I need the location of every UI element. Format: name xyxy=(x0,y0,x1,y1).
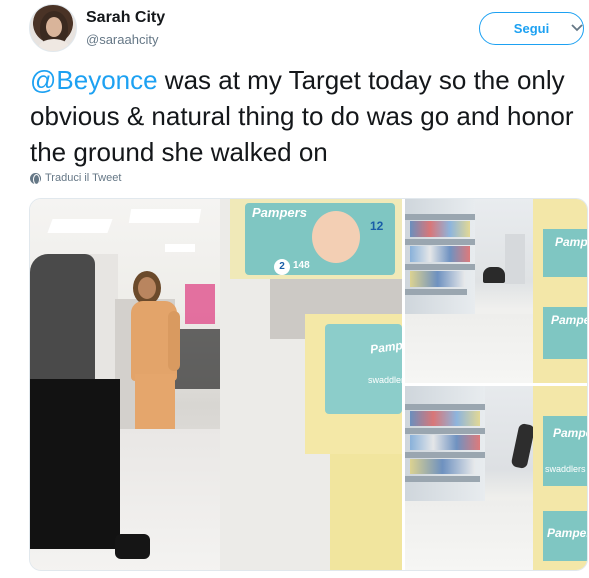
tweet-header: Sarah City @saraahcity Segui xyxy=(29,4,589,54)
avatar[interactable] xyxy=(29,4,77,52)
author-handle[interactable]: @saraahcity xyxy=(86,32,158,47)
translate-label: Traduci il Tweet xyxy=(45,172,122,184)
mention-link[interactable]: @Beyonce xyxy=(30,65,158,95)
photo-bottom-right[interactable]: Pampers swaddlers Pampers xyxy=(405,386,587,570)
photo-top-right[interactable]: Pampers Pampers xyxy=(405,199,588,383)
globe-icon xyxy=(30,172,41,185)
tweet-media: Pampers 2 148 12 Pampers swaddlers Pampe… xyxy=(29,198,588,571)
product-size-badge: 2 xyxy=(274,259,290,275)
product-brand-br2: Pampers xyxy=(547,526,587,540)
product-sub-br: swaddlers xyxy=(545,464,586,474)
product-brand-tr2: Pampers xyxy=(551,313,587,327)
product-brand-tr1: Pampers xyxy=(555,235,588,249)
author-name[interactable]: Sarah City xyxy=(86,9,165,27)
translate-link[interactable]: Traduci il Tweet xyxy=(30,172,122,185)
product-count: 148 xyxy=(293,260,310,271)
photo-main[interactable]: Pampers 2 148 12 Pampers swaddlers xyxy=(30,199,402,570)
product-brand-top: Pampers xyxy=(252,205,307,220)
chevron-down-icon[interactable] xyxy=(570,23,584,33)
product-size-alt: 12 xyxy=(370,219,384,233)
tweet-text: @Beyonce was at my Target today so the o… xyxy=(30,62,585,170)
product-brand-br1: Pampers xyxy=(553,426,587,440)
product-sub-mid: swaddlers xyxy=(368,375,402,385)
follow-button[interactable]: Segui xyxy=(479,12,584,45)
